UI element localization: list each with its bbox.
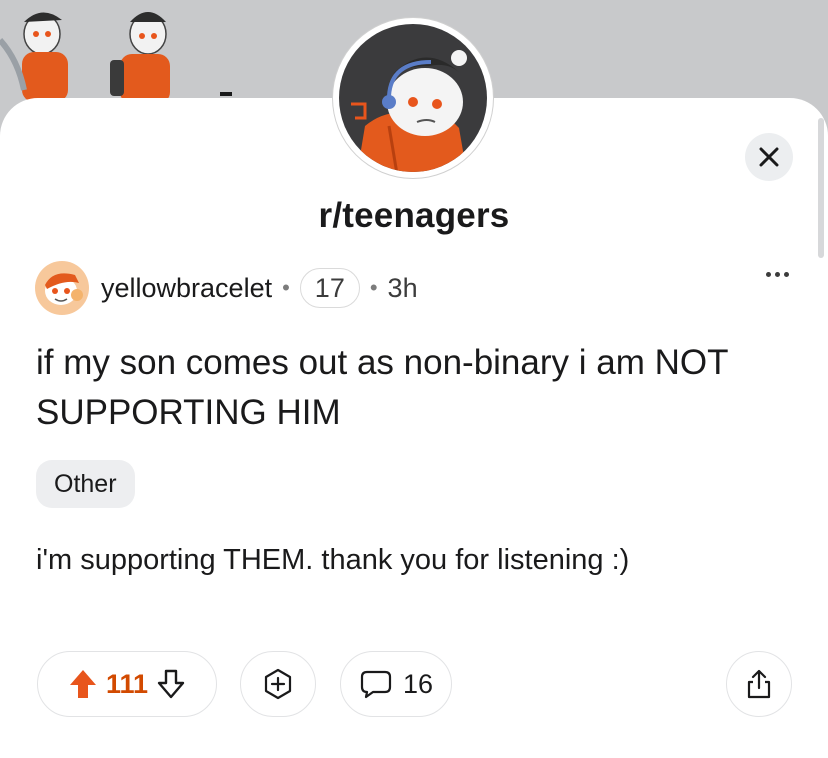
post-meta: yellowbracelet • 17 • 3h <box>101 268 418 308</box>
separator-dot: • <box>282 275 290 300</box>
award-button[interactable] <box>240 651 316 717</box>
more-options-dot <box>765 271 771 277</box>
banner-mark <box>220 92 232 96</box>
separator-dot: • <box>369 275 378 300</box>
post-age: 3h <box>387 272 418 303</box>
more-options-dot <box>783 271 789 277</box>
user-avatar-icon[interactable] <box>35 261 89 315</box>
share-button[interactable] <box>726 651 792 717</box>
more-options-dot <box>774 271 780 277</box>
mascot-banner-art-icon <box>0 12 170 104</box>
author-name[interactable]: yellowbracelet <box>101 273 272 304</box>
downvote-icon[interactable] <box>156 668 186 700</box>
vote-count: 111 <box>105 668 149 699</box>
post-title[interactable]: if my son comes out as non-binary i am N… <box>36 338 796 438</box>
upvote-icon[interactable] <box>68 668 98 700</box>
author-karma-badge: 17 <box>299 268 360 308</box>
vote-control: 111 <box>37 651 217 717</box>
post-flair[interactable]: Other <box>36 460 135 508</box>
snoo-mascot-avatar-icon <box>339 24 487 172</box>
close-button[interactable] <box>745 133 793 181</box>
subreddit-name[interactable]: r/teenagers <box>0 196 828 236</box>
more-options-button[interactable] <box>757 262 797 286</box>
share-icon <box>747 669 771 699</box>
comments-button[interactable]: 16 <box>340 651 452 717</box>
close-icon <box>759 147 779 167</box>
subreddit-avatar[interactable] <box>333 18 493 178</box>
scrollbar[interactable] <box>818 118 824 258</box>
post-body: i'm supporting THEM. thank you for liste… <box>36 544 630 576</box>
comment-count: 16 <box>402 668 434 699</box>
award-icon <box>264 668 292 700</box>
comment-bubble-icon <box>360 670 392 699</box>
